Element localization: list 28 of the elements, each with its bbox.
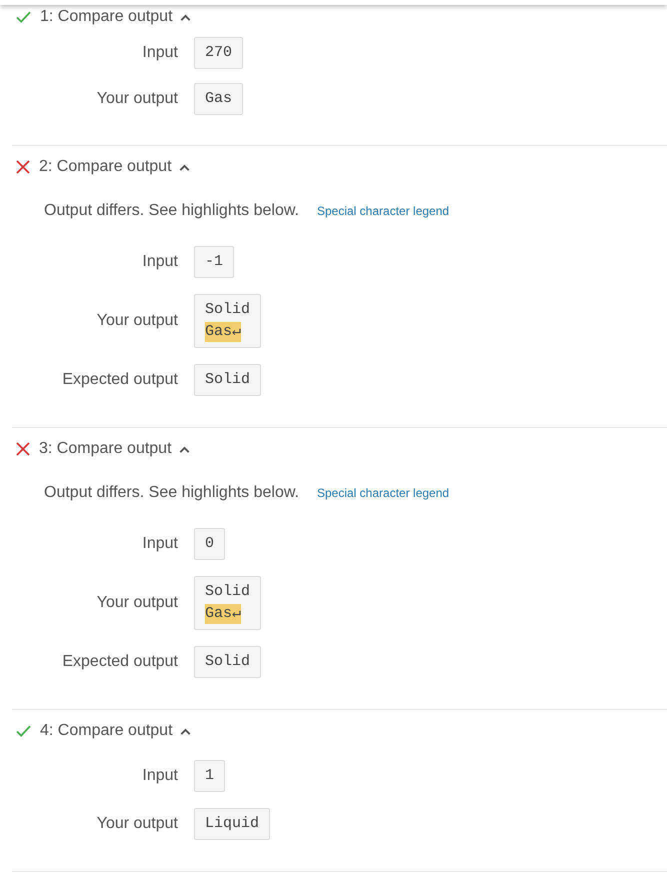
value-line: Solid: [205, 370, 250, 390]
special-character-legend-link[interactable]: Special character legend: [316, 485, 450, 501]
diff-message: Output differs. See highlights below.: [44, 201, 299, 221]
row-label: Your output: [96, 814, 178, 834]
compare-output-toggle[interactable]: 2: Compare output: [39, 157, 190, 177]
row-label: Expected output: [61, 370, 178, 390]
row-label: Your output: [96, 89, 178, 109]
row-label: Your output: [96, 311, 178, 331]
value-line: Gas: [205, 89, 232, 109]
value-line: Solid: [205, 582, 250, 602]
value-line: 0: [205, 534, 214, 554]
value-line: 270: [205, 43, 232, 63]
compare-output-toggle[interactable]: 1: Compare output: [40, 7, 191, 27]
special-character-legend-link[interactable]: Special character legend: [316, 203, 450, 219]
value-line: Liquid: [205, 814, 260, 834]
row-label: Input: [141, 534, 178, 554]
row-label: Input: [141, 766, 178, 786]
value-line: Solid: [205, 300, 250, 320]
row-label: Input: [141, 43, 178, 63]
diff-message: Output differs. See highlights below.: [44, 483, 299, 503]
row-label: Expected output: [61, 652, 178, 672]
row-label: Input: [141, 252, 178, 272]
value-line: Solid: [205, 652, 250, 672]
row-label: Your output: [96, 593, 178, 613]
compare-output-toggle[interactable]: 4: Compare output: [40, 721, 191, 741]
value-line: -1: [205, 252, 224, 272]
value-line: 1: [205, 766, 214, 786]
compare-output-toggle[interactable]: 3: Compare output: [39, 439, 190, 459]
